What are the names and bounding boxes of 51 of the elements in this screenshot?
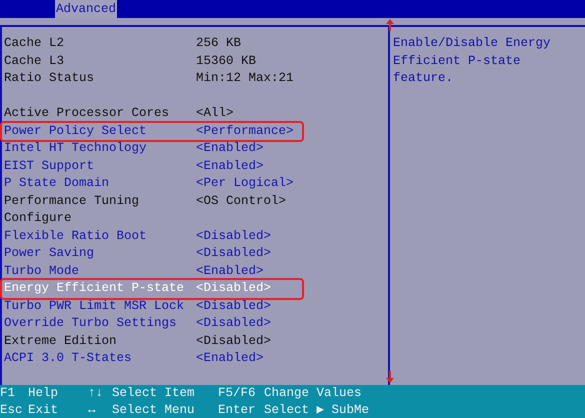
- setting-label: Flexible Ratio Boot: [4, 228, 148, 244]
- menu-tab[interactable]: Advanced: [55, 0, 118, 18]
- setting-label: Ratio Status: [4, 70, 96, 87]
- key-action: Change Values: [264, 385, 363, 402]
- setting-label: Energy Efficient P-state: [4, 280, 186, 297]
- setting-value[interactable]: <Per Logical>: [196, 175, 294, 192]
- setting-value: <OS Control>: [196, 192, 286, 210]
- key-action: Select Item: [112, 385, 196, 402]
- setting-value[interactable]: <Enabled>: [196, 140, 264, 158]
- setting-value[interactable]: <Enabled>: [196, 158, 264, 175]
- setting-label: Cache L2: [4, 35, 66, 52]
- setting-label: Power Saving: [4, 245, 96, 262]
- scroll-up-icon: [386, 19, 394, 31]
- setting-label: Performance Tuning: [4, 192, 140, 210]
- setting-value[interactable]: <Disabled>: [196, 228, 272, 245]
- setting-label: P State Domain: [4, 175, 110, 192]
- setting-label: Extreme Edition: [4, 332, 118, 350]
- setting-value[interactable]: <Enabled>: [196, 350, 264, 368]
- key-action: Help: [28, 385, 60, 402]
- key-label: F5/F6: [218, 385, 257, 402]
- setting-label: ACPI 3.0 T-States: [4, 350, 133, 367]
- setting-value[interactable]: <Enabled>: [196, 262, 264, 280]
- key-label: ↑↓: [88, 385, 104, 402]
- setting-label: EIST Support: [4, 158, 96, 174]
- setting-value[interactable]: <Performance>: [196, 122, 294, 140]
- setting-value[interactable]: <Disabled>: [196, 298, 272, 315]
- setting-value: 256 KB: [196, 35, 242, 52]
- setting-value: <Disabled>: [196, 332, 272, 350]
- help-text: Enable/Disable Energy Efficient P-state feature.: [393, 35, 552, 87]
- setting-value[interactable]: <Disabled>: [196, 245, 272, 262]
- key-label: ↔: [88, 402, 97, 418]
- key-label: F1: [0, 385, 16, 402]
- scroll-down-icon: [386, 371, 394, 383]
- setting-label: Override Turbo Settings: [4, 315, 178, 332]
- setting-label: Configure: [4, 210, 73, 227]
- setting-value: <All>: [196, 105, 234, 122]
- setting-label: Cache L3: [4, 52, 66, 70]
- setting-label: Intel HT Technology: [4, 140, 148, 157]
- key-action: Exit: [28, 402, 60, 418]
- setting-value: 15360 KB: [196, 52, 256, 70]
- setting-label: Turbo Mode: [4, 262, 80, 280]
- key-action: Select ▶ SubMe: [264, 402, 370, 418]
- setting-label: Active Processor Cores: [4, 105, 170, 122]
- key-action: Select Menu: [112, 402, 196, 418]
- key-label: Enter: [218, 402, 257, 418]
- setting-value: Min:12 Max:21: [196, 70, 294, 87]
- setting-value[interactable]: <Disabled>: [196, 280, 272, 298]
- setting-label: Turbo PWR Limit MSR Lock: [4, 298, 186, 314]
- setting-label: Power Policy Select: [4, 122, 148, 140]
- key-label: Esc: [0, 402, 24, 418]
- setting-value[interactable]: <Disabled>: [196, 315, 272, 332]
